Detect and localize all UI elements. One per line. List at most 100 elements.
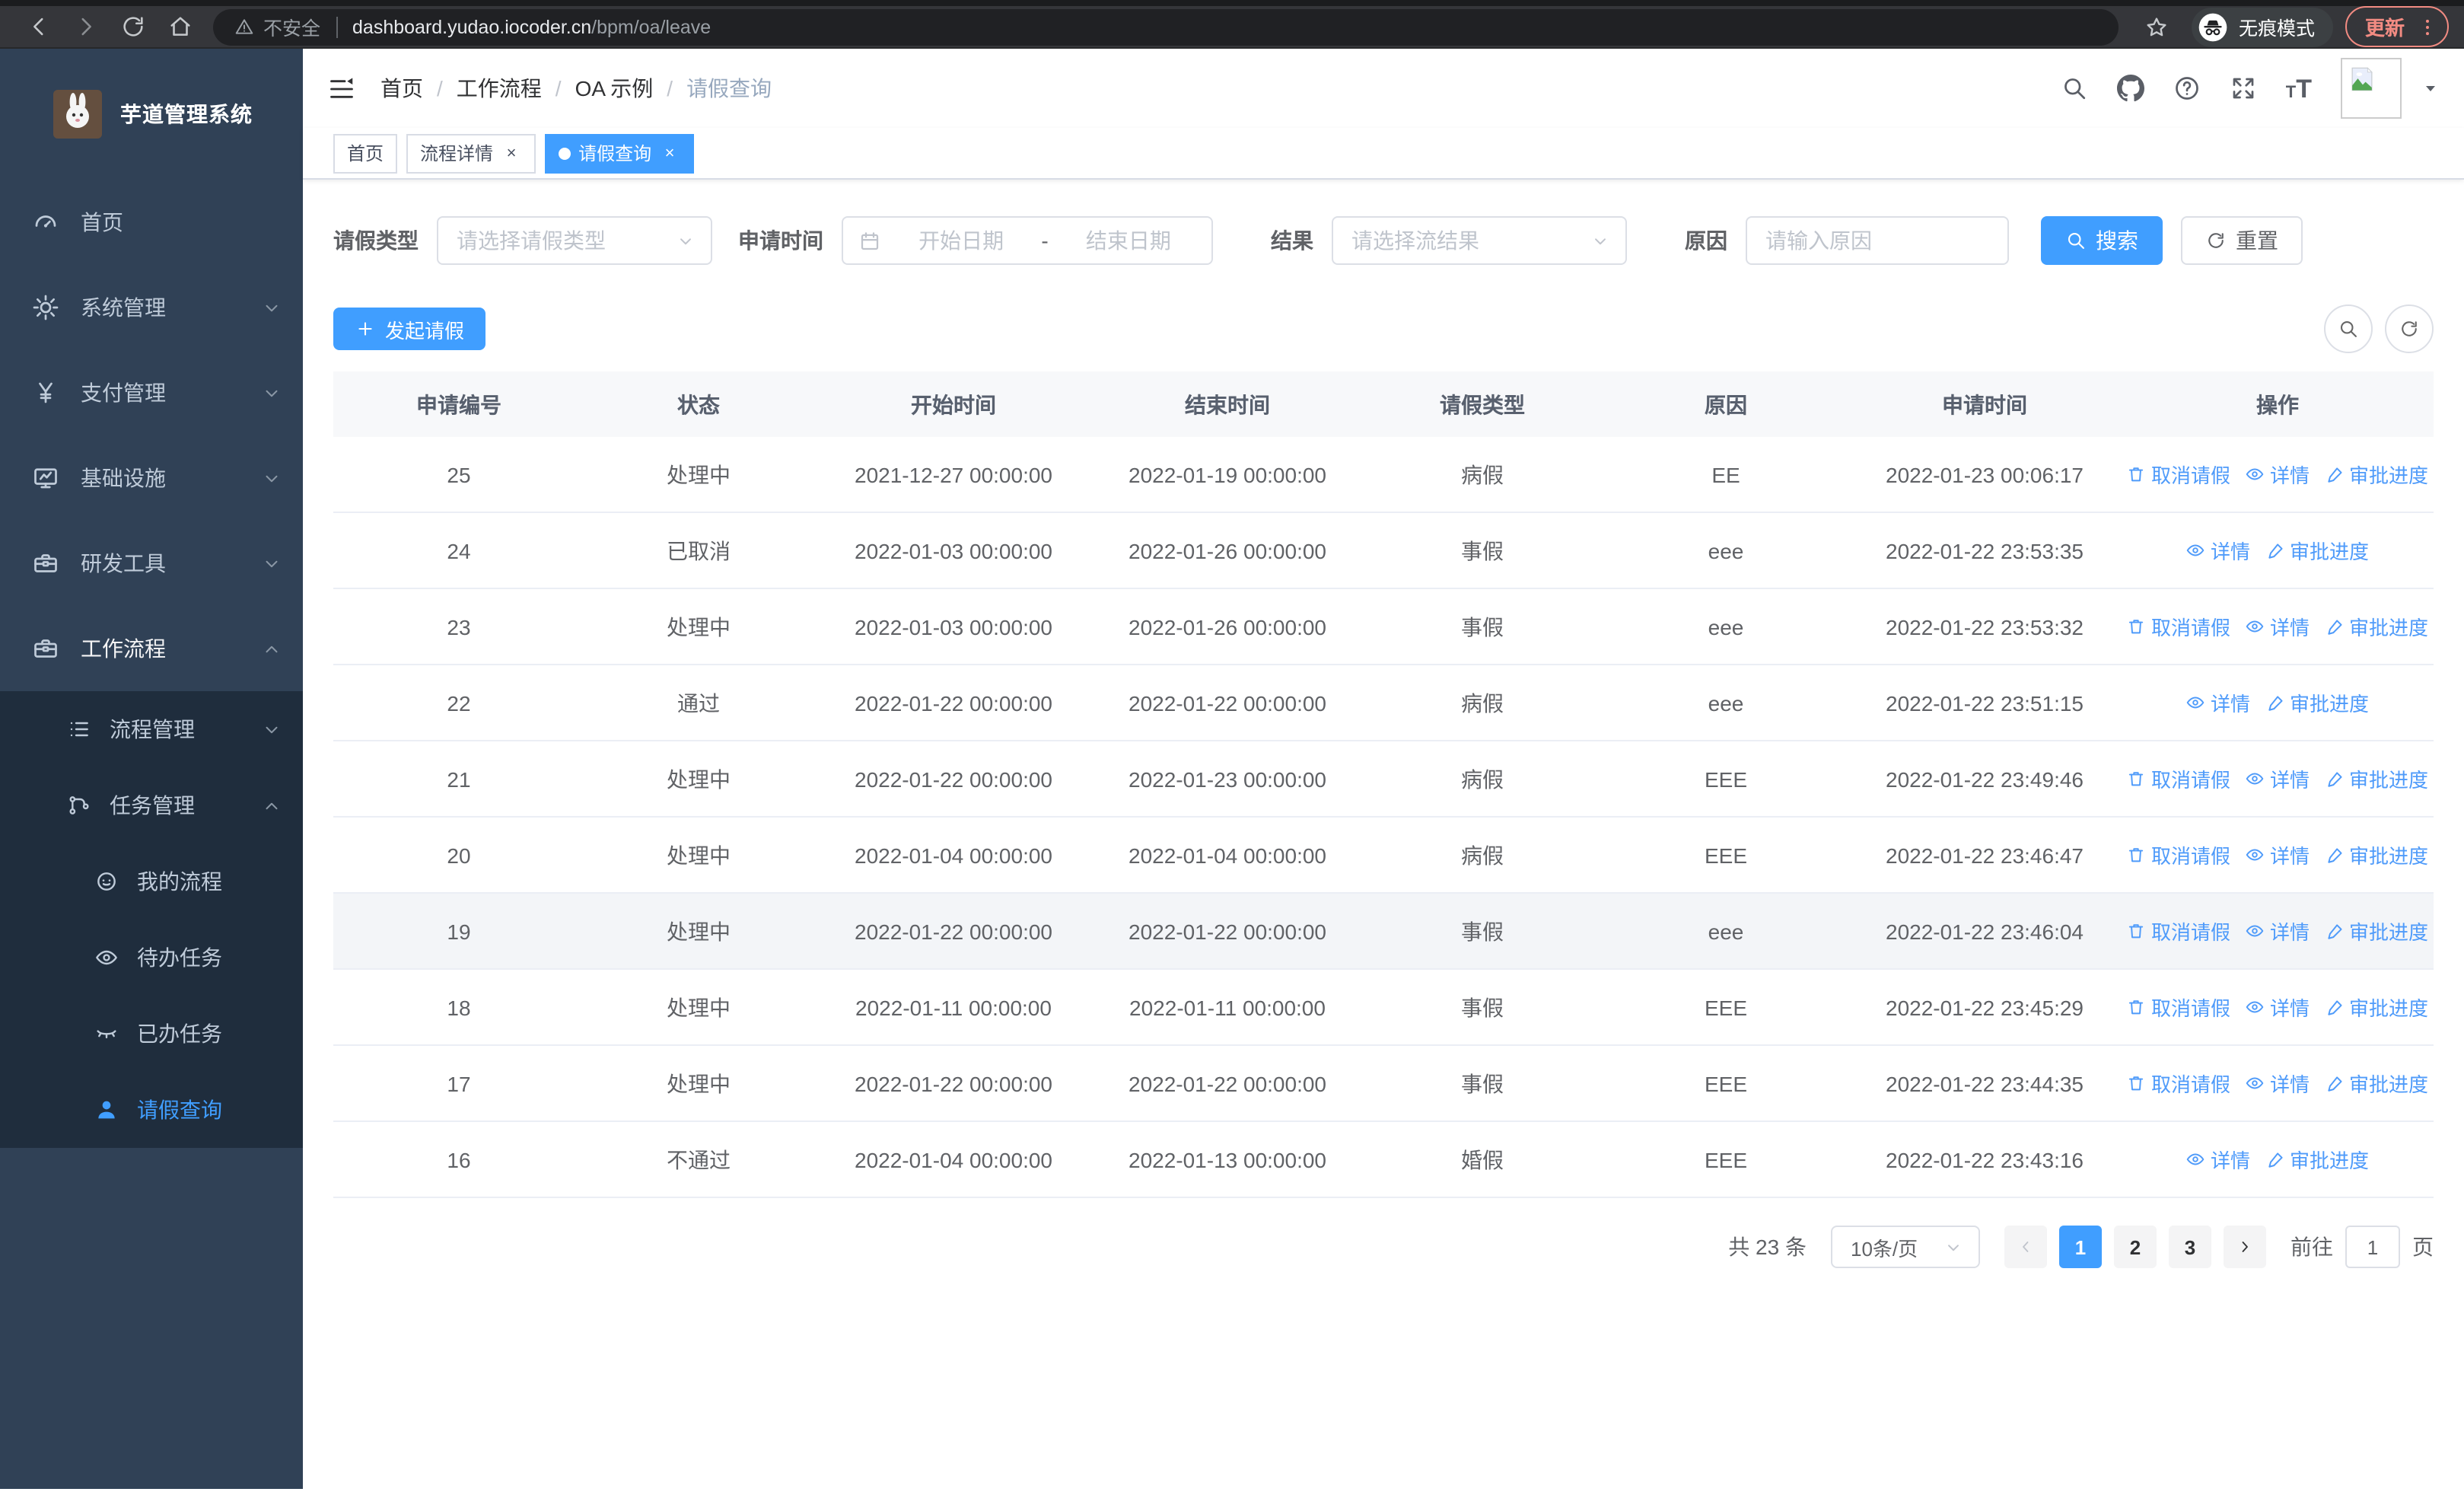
sidebar-submenu-item[interactable]: 流程管理 <box>0 691 303 767</box>
page-size-select[interactable]: 10条/页 <box>1831 1226 1980 1268</box>
cancel-leave-link[interactable]: 取消请假 <box>2127 460 2230 489</box>
reason-input[interactable] <box>1747 228 2007 253</box>
apply-time-range-picker[interactable]: 开始日期 - 结束日期 <box>842 216 1213 265</box>
detail-link[interactable]: 详情 <box>2186 536 2250 565</box>
detail-link[interactable]: 详情 <box>2186 688 2250 717</box>
sidebar-submenu-item[interactable]: 已办任务 <box>0 996 303 1072</box>
face-icon <box>94 869 119 894</box>
detail-link[interactable]: 详情 <box>2246 993 2310 1022</box>
result-select[interactable]: 请选择流结果 <box>1332 216 1627 265</box>
sidebar-submenu-item[interactable]: 待办任务 <box>0 920 303 996</box>
address-bar[interactable]: 不安全 dashboard.yudao.iocoder.cn/bpm/oa/le… <box>213 8 2119 45</box>
app-logo[interactable]: 芋道管理系统 <box>0 49 303 180</box>
sidebar-menu-item[interactable]: 研发工具 <box>0 521 303 606</box>
audit-progress-link[interactable]: 审批进度 <box>2325 612 2428 641</box>
audit-progress-link[interactable]: 审批进度 <box>2265 536 2369 565</box>
page-button-1[interactable]: 1 <box>2059 1226 2102 1268</box>
user-avatar[interactable] <box>2341 58 2402 119</box>
audit-progress-link[interactable]: 审批进度 <box>2325 460 2428 489</box>
reason-input-wrap <box>1746 216 2009 265</box>
end-date-placeholder[interactable]: 结束日期 <box>1061 225 1196 256</box>
security-label[interactable]: 不安全 <box>263 12 320 41</box>
cell-reason: EEE <box>1704 767 1747 791</box>
sidebar-menu-item[interactable]: 基础设施 <box>0 435 303 521</box>
bookmark-star-icon[interactable] <box>2144 14 2169 39</box>
help-question-icon[interactable] <box>2173 75 2201 102</box>
cancel-leave-link[interactable]: 取消请假 <box>2127 916 2230 945</box>
audit-progress-link[interactable]: 审批进度 <box>2265 1145 2369 1174</box>
leave-type-select[interactable]: 请选择请假类型 <box>437 216 712 265</box>
breadcrumb-item[interactable]: 首页 <box>380 73 423 104</box>
browser-back-icon[interactable] <box>26 14 52 40</box>
refresh-table-button[interactable] <box>2385 304 2434 353</box>
table-row: 19 处理中 2022-01-22 00:00:00 2022-01-22 00… <box>333 894 2434 970</box>
cell-apply-id: 19 <box>447 919 471 943</box>
cancel-leave-link[interactable]: 取消请假 <box>2127 840 2230 869</box>
sidebar-menu-item[interactable]: 支付管理 <box>0 350 303 435</box>
view-tab[interactable]: 流程详情 × <box>406 133 536 173</box>
detail-link[interactable]: 详情 <box>2246 612 2310 641</box>
goto-page-input[interactable] <box>2345 1226 2400 1268</box>
audit-progress-link[interactable]: 审批进度 <box>2325 840 2428 869</box>
chevron-down-icon <box>262 383 282 403</box>
pen-icon <box>2325 997 2345 1017</box>
next-page-button[interactable] <box>2224 1226 2266 1268</box>
close-icon[interactable]: × <box>501 142 522 164</box>
breadcrumb-item[interactable]: 工作流程 <box>457 73 542 104</box>
briefcase-icon <box>32 635 59 662</box>
column-header: 申请时间 <box>1942 392 2027 416</box>
detail-link[interactable]: 详情 <box>2246 460 2310 489</box>
sidebar-submenu-item[interactable]: 请假查询 <box>0 1072 303 1148</box>
avatar-caret-down-icon[interactable] <box>2421 79 2440 97</box>
start-date-placeholder[interactable]: 开始日期 <box>893 225 1029 256</box>
audit-progress-link[interactable]: 审批进度 <box>2325 916 2428 945</box>
page-button-3[interactable]: 3 <box>2169 1226 2211 1268</box>
audit-progress-link[interactable]: 审批进度 <box>2325 1069 2428 1098</box>
sidebar-menu-item[interactable]: 工作流程 <box>0 606 303 691</box>
cancel-leave-link[interactable]: 取消请假 <box>2127 764 2230 793</box>
view-tab[interactable]: 请假查询 × <box>545 133 695 173</box>
browser-update-button[interactable]: 更新 <box>2345 6 2449 47</box>
cell-end-time: 2022-01-22 00:00:00 <box>1129 690 1326 715</box>
fullscreen-icon[interactable] <box>2230 75 2257 102</box>
chevron-down-icon <box>262 468 282 488</box>
create-leave-button[interactable]: 发起请假 <box>333 308 486 350</box>
sidebar-menu-item[interactable]: 首页 <box>0 180 303 265</box>
prev-page-button[interactable] <box>2004 1226 2047 1268</box>
cancel-leave-link[interactable]: 取消请假 <box>2127 612 2230 641</box>
breadcrumb-item[interactable]: OA 示例 <box>575 73 654 104</box>
detail-link[interactable]: 详情 <box>2246 916 2310 945</box>
audit-progress-link[interactable]: 审批进度 <box>2325 764 2428 793</box>
search-button[interactable]: 搜索 <box>2041 216 2163 265</box>
audit-progress-link[interactable]: 审批进度 <box>2325 993 2428 1022</box>
cancel-leave-link[interactable]: 取消请假 <box>2127 993 2230 1022</box>
trash-icon <box>2127 997 2147 1017</box>
sidebar-submenu-item[interactable]: 任务管理 <box>0 767 303 843</box>
eye-icon <box>2246 845 2265 865</box>
browser-home-icon[interactable] <box>167 14 193 40</box>
browser-menu-kebab-icon[interactable] <box>2417 16 2438 37</box>
view-tab[interactable]: 首页 <box>333 133 398 173</box>
detail-link[interactable]: 详情 <box>2246 840 2310 869</box>
incognito-icon <box>2198 11 2228 42</box>
github-icon[interactable] <box>2116 75 2144 102</box>
page-button-2[interactable]: 2 <box>2114 1226 2157 1268</box>
audit-progress-link[interactable]: 审批进度 <box>2265 688 2369 717</box>
detail-link[interactable]: 详情 <box>2246 764 2310 793</box>
navbar: 首页 / 工作流程 / OA 示例 / 请假查询 TT <box>303 49 2464 128</box>
browser-forward-icon[interactable] <box>73 14 99 40</box>
toggle-search-button[interactable] <box>2324 304 2373 353</box>
sidebar-collapse-icon[interactable] <box>327 74 356 103</box>
close-icon[interactable]: × <box>659 142 680 164</box>
gear-icon <box>32 294 59 321</box>
browser-reload-icon[interactable] <box>120 14 146 40</box>
font-size-icon[interactable]: TT <box>2286 75 2312 101</box>
sidebar-menu-item[interactable]: 系统管理 <box>0 265 303 350</box>
cancel-leave-link[interactable]: 取消请假 <box>2127 1069 2230 1098</box>
detail-link[interactable]: 详情 <box>2186 1145 2250 1174</box>
reset-button[interactable]: 重置 <box>2181 216 2303 265</box>
sidebar-submenu-item[interactable]: 我的流程 <box>0 843 303 920</box>
cell-start-time: 2022-01-03 00:00:00 <box>855 614 1052 639</box>
detail-link[interactable]: 详情 <box>2246 1069 2310 1098</box>
header-search-icon[interactable] <box>2061 75 2088 102</box>
